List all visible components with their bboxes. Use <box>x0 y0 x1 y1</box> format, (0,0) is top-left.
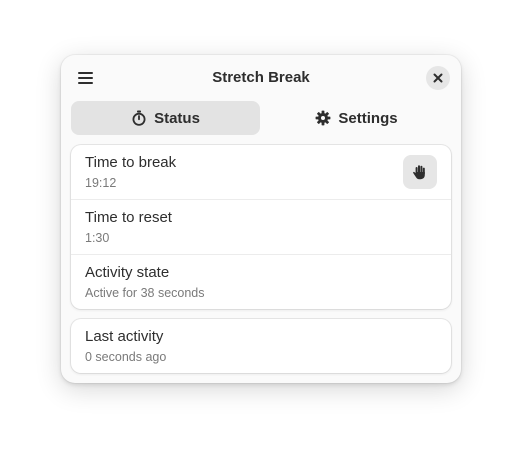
window-title: Stretch Break <box>212 69 310 86</box>
time-to-reset-label: Time to reset <box>85 209 172 226</box>
tab-settings[interactable]: Settings <box>262 101 451 135</box>
close-icon <box>433 73 443 83</box>
tab-settings-label: Settings <box>338 109 398 127</box>
take-break-button[interactable] <box>403 155 437 189</box>
gear-icon <box>315 110 331 126</box>
time-to-break-row: Time to break 19:12 <box>71 145 451 199</box>
stopwatch-icon <box>131 110 147 126</box>
last-activity-value: 0 seconds ago <box>85 350 167 364</box>
tab-status-label: Status <box>154 109 200 127</box>
header-bar: Stretch Break <box>61 55 461 101</box>
app-window: Stretch Break Status Settings Time to br… <box>61 55 461 383</box>
time-to-reset-value: 1:30 <box>85 231 110 245</box>
raised-hand-icon <box>413 165 425 180</box>
close-button[interactable] <box>426 66 450 90</box>
activity-state-value: Active for 38 seconds <box>85 286 205 300</box>
last-activity-card: Last activity 0 seconds ago <box>71 319 451 373</box>
last-activity-label: Last activity <box>85 328 164 345</box>
activity-state-label: Activity state <box>85 264 170 281</box>
time-to-break-value: 19:12 <box>85 176 117 190</box>
view-switcher: Status Settings <box>71 101 451 135</box>
last-activity-row: Last activity 0 seconds ago <box>71 319 451 373</box>
activity-state-row: Activity state Active for 38 seconds <box>71 254 451 309</box>
time-to-reset-row: Time to reset 1:30 <box>71 199 451 254</box>
tab-status[interactable]: Status <box>71 101 260 135</box>
time-to-break-label: Time to break <box>85 154 177 171</box>
status-list: Time to break 19:12 Time to reset 1:30 A… <box>71 145 451 309</box>
